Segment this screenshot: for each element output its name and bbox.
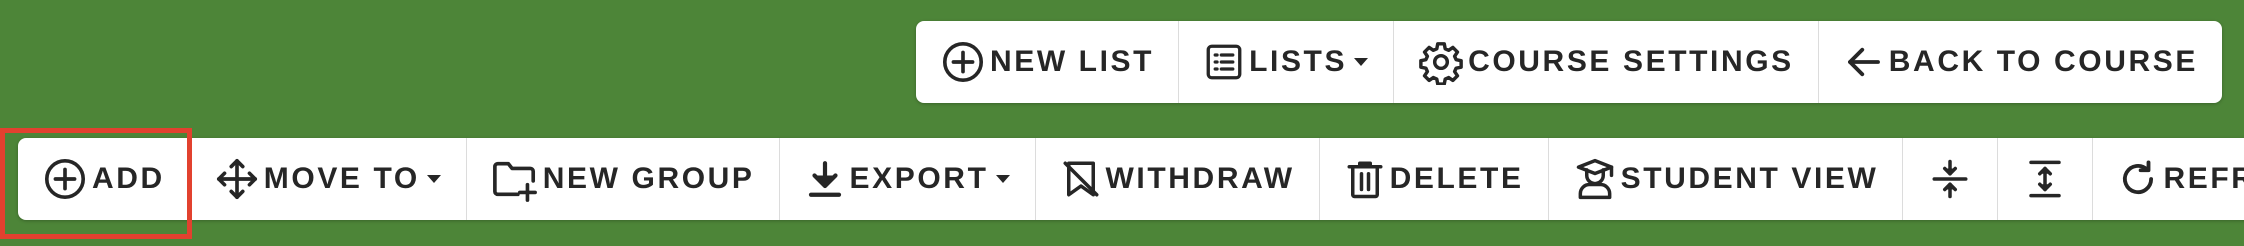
refresh-label: REFRESH — [2163, 162, 2244, 195]
student-view-label: STUDENT VIEW — [1620, 162, 1879, 195]
refresh-button[interactable]: REFRESH — [2092, 138, 2244, 220]
add-button[interactable]: ADD — [18, 138, 189, 220]
arrow-left-icon — [1843, 41, 1885, 83]
chevron-down-icon — [426, 174, 442, 184]
folder-plus-icon — [491, 156, 539, 202]
lists-label: LISTS — [1249, 45, 1348, 78]
export-dropdown-button[interactable]: EXPORT — [778, 138, 1035, 220]
collapse-icon — [1929, 158, 1971, 200]
chevron-down-icon — [1353, 57, 1369, 67]
move-to-label: MOVE TO — [263, 162, 420, 195]
expand-icon — [2024, 158, 2066, 200]
move-to-dropdown-button[interactable]: MOVE TO — [188, 138, 466, 220]
expand-all-button[interactable] — [1997, 138, 2092, 220]
student-icon — [1573, 157, 1617, 201]
gear-icon — [1418, 39, 1464, 85]
collapse-all-button[interactable] — [1902, 138, 1997, 220]
delete-button[interactable]: DELETE — [1318, 138, 1548, 220]
new-list-button[interactable]: NEW LIST — [916, 21, 1178, 103]
course-toolbar: NEW LIST LISTS COURSE SETTINGS BACK TO C… — [915, 21, 2222, 103]
chevron-down-icon — [995, 174, 1011, 184]
add-label: ADD — [92, 162, 165, 195]
delete-label: DELETE — [1389, 162, 1524, 195]
circle-plus-icon — [940, 39, 986, 85]
new-list-label: NEW LIST — [989, 45, 1155, 78]
course-settings-button[interactable]: COURSE SETTINGS — [1393, 21, 1818, 103]
withdraw-label: WITHDRAW — [1105, 162, 1295, 195]
new-group-label: NEW GROUP — [542, 162, 755, 195]
course-settings-label: COURSE SETTINGS — [1468, 45, 1794, 78]
refresh-icon — [2117, 158, 2159, 200]
student-view-button[interactable]: STUDENT VIEW — [1547, 138, 1903, 220]
export-label: EXPORT — [849, 162, 989, 195]
back-to-course-button[interactable]: BACK TO COURSE — [1817, 21, 2222, 103]
student-list-toolbar: ADD MOVE TO NEW GROUP EXPORT WITHDRAW DE… — [18, 138, 2244, 220]
trash-icon — [1344, 157, 1386, 201]
withdraw-button[interactable]: WITHDRAW — [1034, 138, 1319, 220]
new-group-button[interactable]: NEW GROUP — [465, 138, 779, 220]
withdraw-icon — [1060, 158, 1102, 200]
back-to-course-label: BACK TO COURSE — [1888, 45, 2198, 78]
list-icon — [1203, 41, 1245, 83]
download-icon — [804, 158, 846, 200]
lists-dropdown-button[interactable]: LISTS — [1178, 21, 1393, 103]
move-arrows-icon — [214, 156, 260, 202]
circle-plus-icon — [42, 156, 88, 202]
